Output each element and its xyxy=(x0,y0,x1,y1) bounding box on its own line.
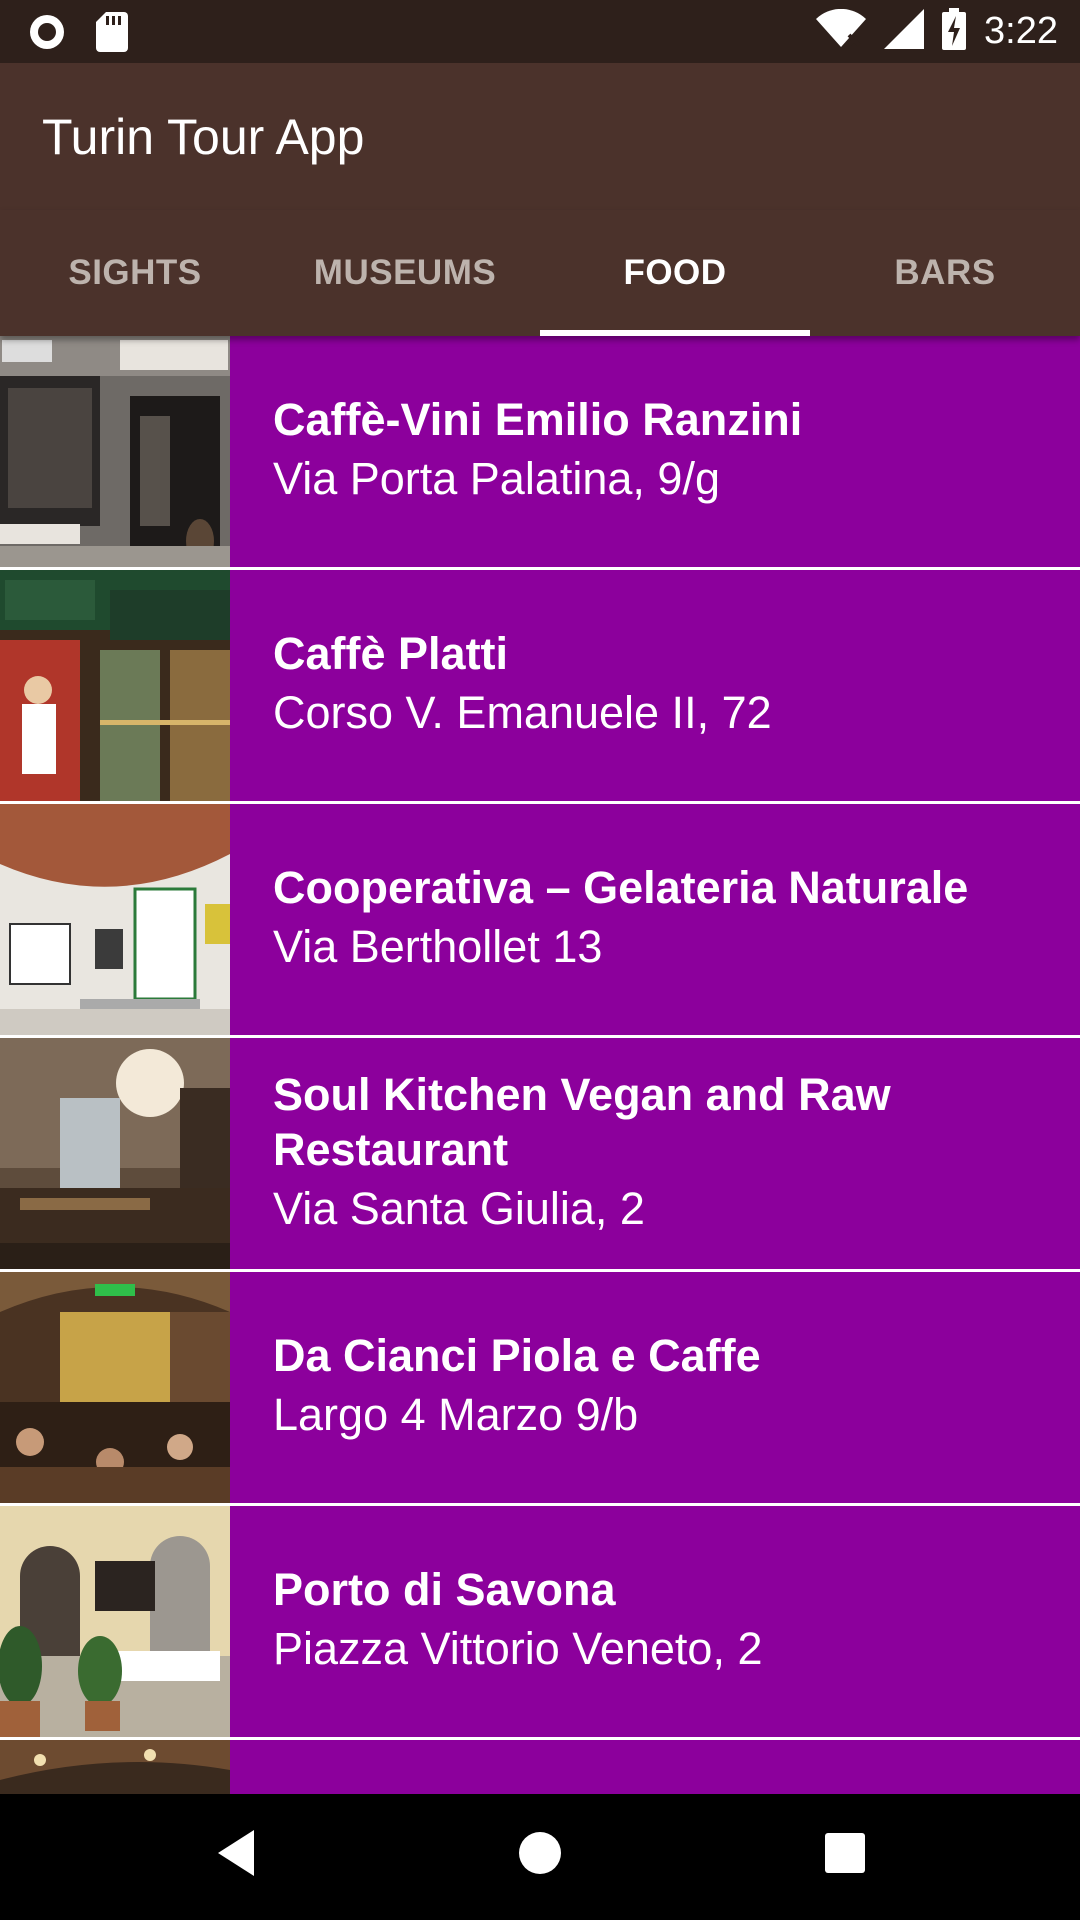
place-address: Via Porta Palatina, 9/g xyxy=(273,453,720,504)
place-text: Soul Kitchen Vegan and Raw Restaurant Vi… xyxy=(273,1038,1050,1269)
tab-label: SIGHTS xyxy=(68,253,202,292)
tab-bar: SIGHTS MUSEUMS FOOD BARS xyxy=(0,210,1080,336)
wifi-icon xyxy=(816,8,867,54)
place-photo xyxy=(0,804,230,1035)
place-name: Porto di Savona xyxy=(273,1564,616,1615)
place-address: Largo 4 Marzo 9/b xyxy=(273,1389,639,1440)
place-photo xyxy=(0,336,230,567)
home-icon[interactable] xyxy=(518,1828,562,1883)
place-address: Via Berthollet 13 xyxy=(273,921,603,972)
tab-bars[interactable]: BARS xyxy=(810,210,1080,336)
app-bar: Turin Tour App xyxy=(0,63,1080,210)
tab-sights[interactable]: SIGHTS xyxy=(0,210,270,336)
place-name: Soul Kitchen Vegan and Raw Restaurant xyxy=(273,1068,891,1175)
tab-label: FOOD xyxy=(623,253,727,292)
place-photo xyxy=(0,570,230,801)
place-name: Da Cianci Piola e Caffe xyxy=(273,1330,761,1381)
place-name: Caffè-Vini Emilio Ranzini xyxy=(273,394,803,445)
signal-icon xyxy=(884,8,925,54)
place-text: Porto di Savona Piazza Vittorio Veneto, … xyxy=(273,1506,1050,1737)
list-item[interactable]: Soul Kitchen Vegan and Raw Restaurant Vi… xyxy=(0,1038,1080,1269)
tab-food[interactable]: FOOD xyxy=(540,210,810,336)
tab-label: MUSEUMS xyxy=(313,253,497,292)
place-text xyxy=(273,1740,1050,1794)
list-item[interactable]: Cooperativa – Gelateria Naturale Via Ber… xyxy=(0,804,1080,1035)
place-address: Corso V. Emanuele II, 72 xyxy=(273,687,772,738)
recents-icon[interactable] xyxy=(823,1828,867,1883)
place-address: Via Santa Giulia, 2 xyxy=(273,1182,645,1234)
place-text: Cooperativa – Gelateria Naturale Via Ber… xyxy=(273,804,1050,1035)
tab-label: BARS xyxy=(894,253,996,292)
list-item[interactable] xyxy=(0,1740,1080,1794)
sd-card-icon xyxy=(96,12,128,57)
status-time: 3:22 xyxy=(984,10,1058,52)
place-name: Caffè Platti xyxy=(273,628,509,679)
status-bar: 3:22 xyxy=(0,0,1080,63)
nav-bar xyxy=(0,1794,1080,1920)
app-title: Turin Tour App xyxy=(42,109,365,165)
place-photo xyxy=(0,1272,230,1503)
battery-charging-icon xyxy=(942,7,967,55)
place-text: Da Cianci Piola e Caffe Largo 4 Marzo 9/… xyxy=(273,1272,1050,1503)
screen: 3:22 Turin Tour App SIGHTS MUSEUMS FOOD … xyxy=(0,0,1080,1920)
list-item[interactable]: Da Cianci Piola e Caffe Largo 4 Marzo 9/… xyxy=(0,1272,1080,1503)
list-item[interactable]: Caffè-Vini Emilio Ranzini Via Porta Pala… xyxy=(0,336,1080,567)
list-item[interactable]: Caffè Platti Corso V. Emanuele II, 72 xyxy=(0,570,1080,801)
place-text: Caffè-Vini Emilio Ranzini Via Porta Pala… xyxy=(273,336,1050,567)
place-name: Cooperativa – Gelateria Naturale xyxy=(273,862,969,913)
tab-indicator xyxy=(540,330,810,336)
place-photo xyxy=(0,1506,230,1737)
place-photo xyxy=(0,1038,230,1269)
record-icon xyxy=(28,13,66,56)
place-text: Caffè Platti Corso V. Emanuele II, 72 xyxy=(273,570,1050,801)
place-address: Piazza Vittorio Veneto, 2 xyxy=(273,1623,763,1674)
list-item[interactable]: Porto di Savona Piazza Vittorio Veneto, … xyxy=(0,1506,1080,1737)
places-list[interactable]: Caffè-Vini Emilio Ranzini Via Porta Pala… xyxy=(0,336,1080,1794)
tab-museums[interactable]: MUSEUMS xyxy=(270,210,540,336)
back-icon[interactable] xyxy=(214,1828,258,1883)
place-photo xyxy=(0,1740,230,1794)
